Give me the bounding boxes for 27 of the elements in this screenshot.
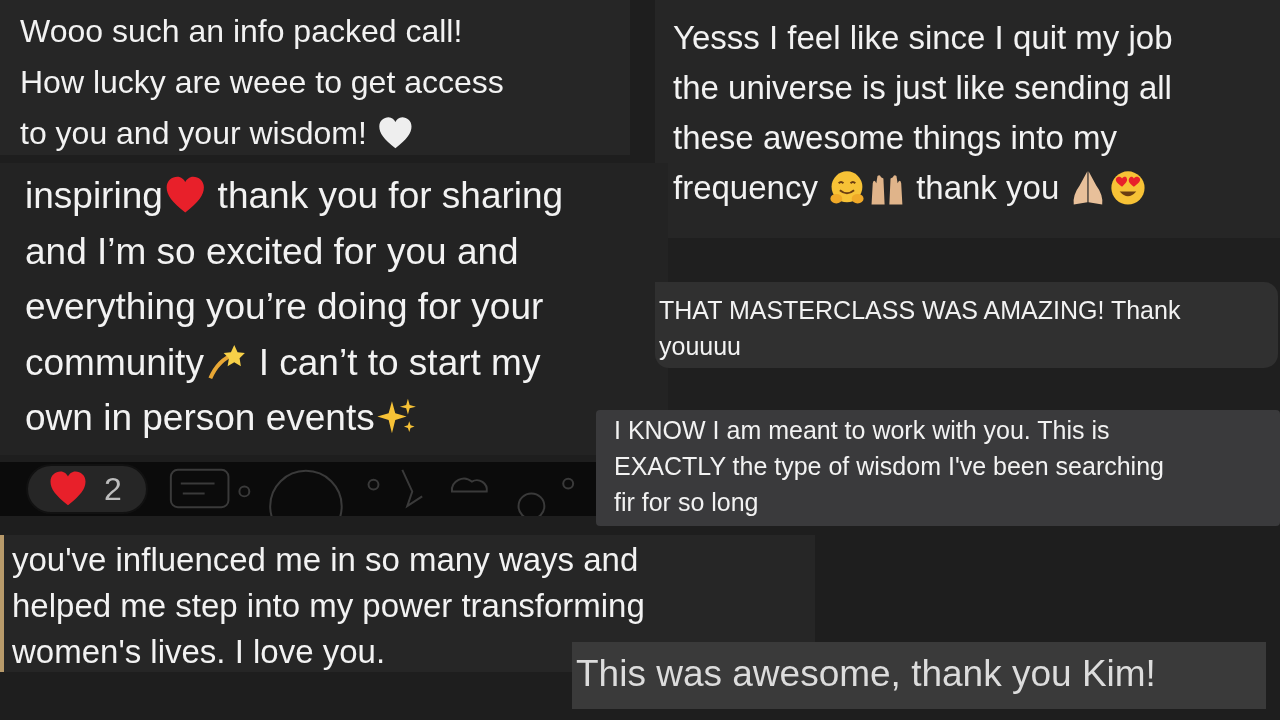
message-text: community (25, 340, 204, 385)
reaction-count: 2 (104, 470, 122, 508)
message-text: everything you’re doing for your (25, 285, 544, 329)
message-text: THAT MASTERCLASS WAS AMAZING! Thank (659, 295, 1181, 326)
message-text: these awesome things into my (673, 118, 1117, 158)
message-text: you've influenced me in so many ways and (12, 540, 639, 580)
message-text: frequency (673, 168, 819, 208)
message-text: This was awesome, thank you Kim! (576, 652, 1156, 696)
heart-eyes-icon (1109, 169, 1148, 207)
message-text: the universe is just like sending all (673, 68, 1172, 108)
message-text: fir for so long (614, 487, 759, 518)
message-text: I KNOW I am meant to work with you. This is (614, 415, 1110, 446)
message-text: Wooo such an info packed call! (20, 12, 463, 51)
message-text: youuuu (659, 331, 742, 362)
message-text: to you and your wisdom! (20, 114, 368, 153)
message-text: inspiring (25, 174, 163, 218)
message-text: thank you (915, 168, 1061, 208)
reaction-pill[interactable]: 2 (26, 464, 148, 514)
message-text: EXACTLY the type of wisdom I've been searching (614, 451, 1164, 482)
message-text: and I’m so excited for you and (25, 229, 519, 274)
message-text: women's lives. I love you. (12, 632, 386, 672)
message-text: I can’t to start my (257, 340, 541, 385)
message-text: thank you for sharing (216, 174, 564, 218)
message-text: helped me step into my power transforming (12, 586, 645, 626)
message-text: own in person events (25, 396, 375, 440)
message-text: Yesss I feel like since I quit my job (673, 18, 1173, 58)
message-text: How lucky are weee to get access (20, 63, 504, 102)
